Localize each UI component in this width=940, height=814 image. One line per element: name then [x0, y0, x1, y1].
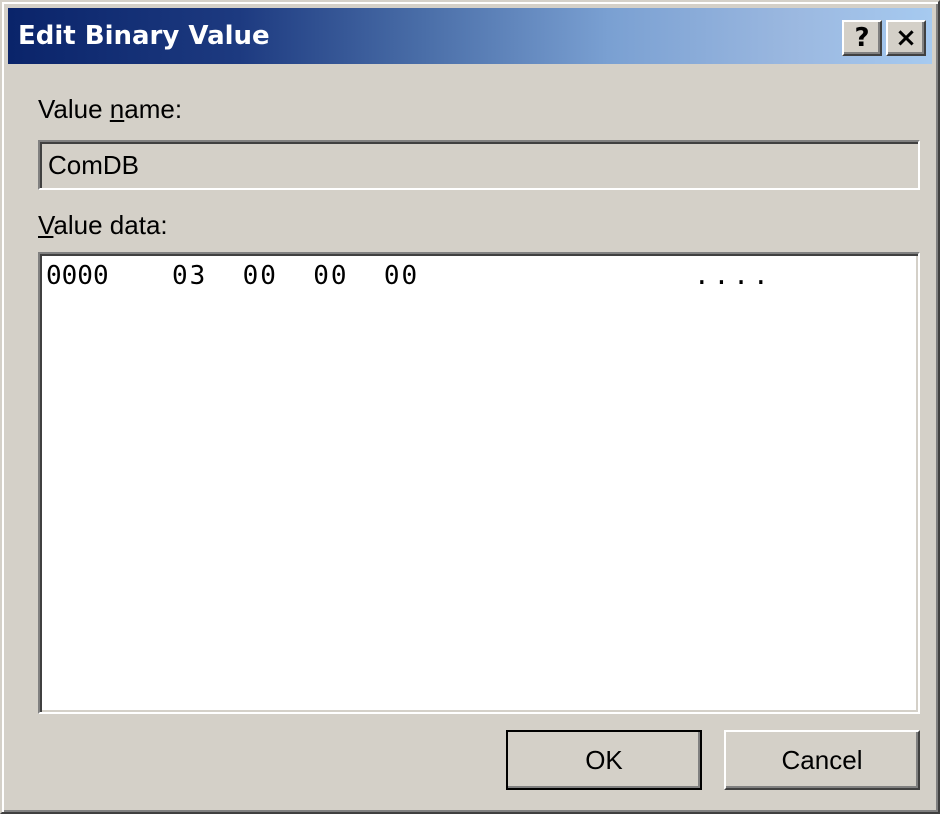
hex-offset: 0000 — [46, 261, 109, 291]
value-data-editor[interactable]: 0000 03 00 00 00 .... — [38, 252, 920, 714]
hex-row: 0000 03 00 00 00 .... — [46, 260, 906, 292]
value-name-label: Value name: — [38, 94, 182, 124]
close-button[interactable]: × — [886, 20, 926, 56]
value-data-label: Value data: — [38, 210, 168, 240]
close-icon: × — [895, 23, 917, 53]
hex-ascii[interactable]: .... — [694, 260, 773, 292]
edit-binary-value-dialog: Edit Binary Value ? × Value name: ComDB … — [0, 0, 940, 814]
value-name-field[interactable]: ComDB — [38, 140, 920, 190]
title-bar[interactable]: Edit Binary Value ? × — [8, 8, 932, 64]
value-data-label-accel: V — [38, 210, 54, 240]
help-button[interactable]: ? — [842, 20, 882, 56]
ok-button[interactable]: OK — [506, 730, 702, 790]
value-name-label-post: ame: — [124, 94, 183, 124]
value-name-label-pre: Value — [38, 94, 110, 124]
value-data-label-post: alue data: — [53, 210, 168, 240]
value-name-label-accel: n — [109, 94, 125, 124]
dialog-title: Edit Binary Value — [18, 21, 270, 51]
hex-bytes[interactable]: 03 00 00 00 — [172, 260, 419, 292]
cancel-button[interactable]: Cancel — [724, 730, 920, 790]
help-icon: ? — [854, 23, 870, 53]
